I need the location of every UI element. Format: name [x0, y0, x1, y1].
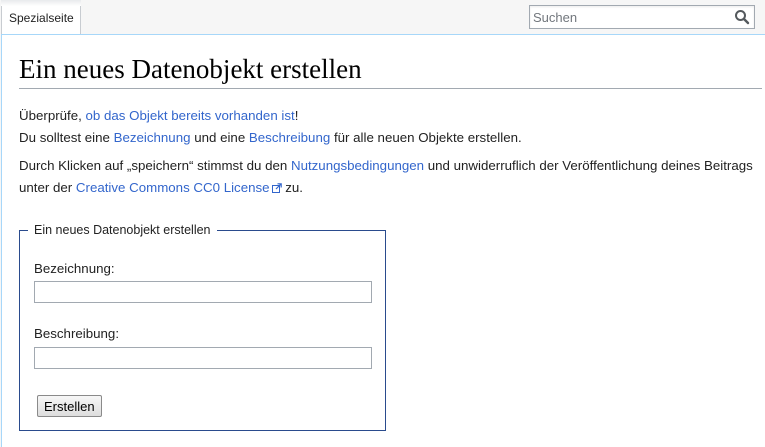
content-area: Ein neues Datenobjekt erstellen Überprüf… [1, 34, 765, 447]
terms-prefix: Durch Klicken auf „speichern“ stimmst du… [19, 158, 291, 173]
label-help-link[interactable]: Bezeichnung [114, 130, 191, 145]
intro-check-suffix: ! [294, 108, 299, 123]
search-icon[interactable] [734, 9, 750, 25]
check-existing-link[interactable]: ob das Objekt bereits vorhanden ist [86, 108, 295, 123]
terms-paragraph: Durch Klicken auf „speichern“ stimmst du… [19, 155, 759, 200]
search-box [529, 5, 755, 29]
description-input[interactable] [34, 347, 372, 369]
license-link-label: Creative Commons CC0 License [75, 180, 270, 195]
description-help-link[interactable]: Beschreibung [249, 130, 330, 145]
form-legend: Ein neues Datenobjekt erstellen [34, 223, 211, 237]
page-title: Ein neues Datenobjekt erstellen [19, 53, 762, 89]
intro-line2-suffix: für alle neuen Objekte erstellen. [330, 130, 522, 145]
label-field-label: Bezeichnung: [34, 261, 115, 276]
external-link-icon [271, 178, 282, 200]
intro-line2-middle: und eine [190, 130, 249, 145]
description-field-label: Beschreibung: [34, 326, 120, 341]
top-bar: Spezialseite [0, 0, 765, 35]
terms-of-use-link[interactable]: Nutzungsbedingungen [291, 158, 424, 173]
terms-suffix: zu. [281, 180, 303, 195]
search-input[interactable] [530, 6, 726, 28]
intro-line2-prefix: Du solltest eine [19, 130, 114, 145]
create-button[interactable]: Erstellen [37, 395, 102, 417]
label-input[interactable] [34, 281, 372, 303]
tab-special-page[interactable]: Spezialseite [1, 0, 81, 35]
create-item-form: Ein neues Datenobjekt erstellen Bezeichn… [19, 223, 386, 431]
intro-check-prefix: Überprüfe, [19, 108, 86, 123]
tab-special-page-label: Spezialseite [9, 11, 74, 25]
intro-paragraph: Überprüfe, ob das Objekt bereits vorhand… [19, 105, 759, 149]
license-link[interactable]: Creative Commons CC0 License [76, 180, 282, 195]
